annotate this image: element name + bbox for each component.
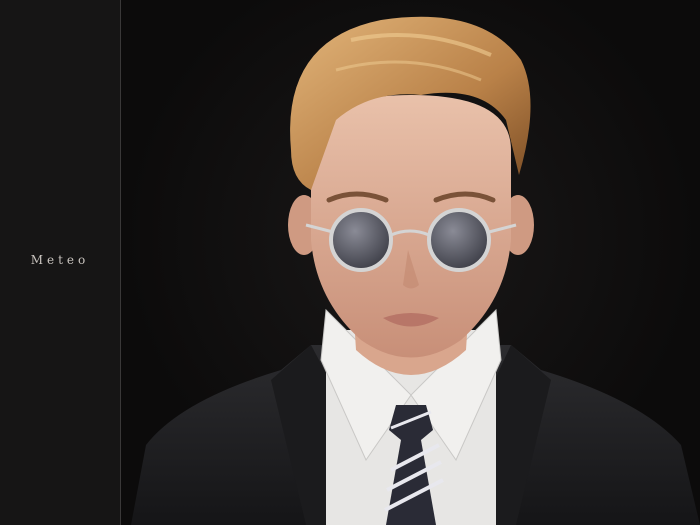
portrait-illustration bbox=[131, 16, 700, 525]
brand-name: Meteo bbox=[30, 253, 90, 267]
side-panel: Meteo bbox=[0, 0, 120, 525]
portrait-image bbox=[121, 0, 700, 525]
